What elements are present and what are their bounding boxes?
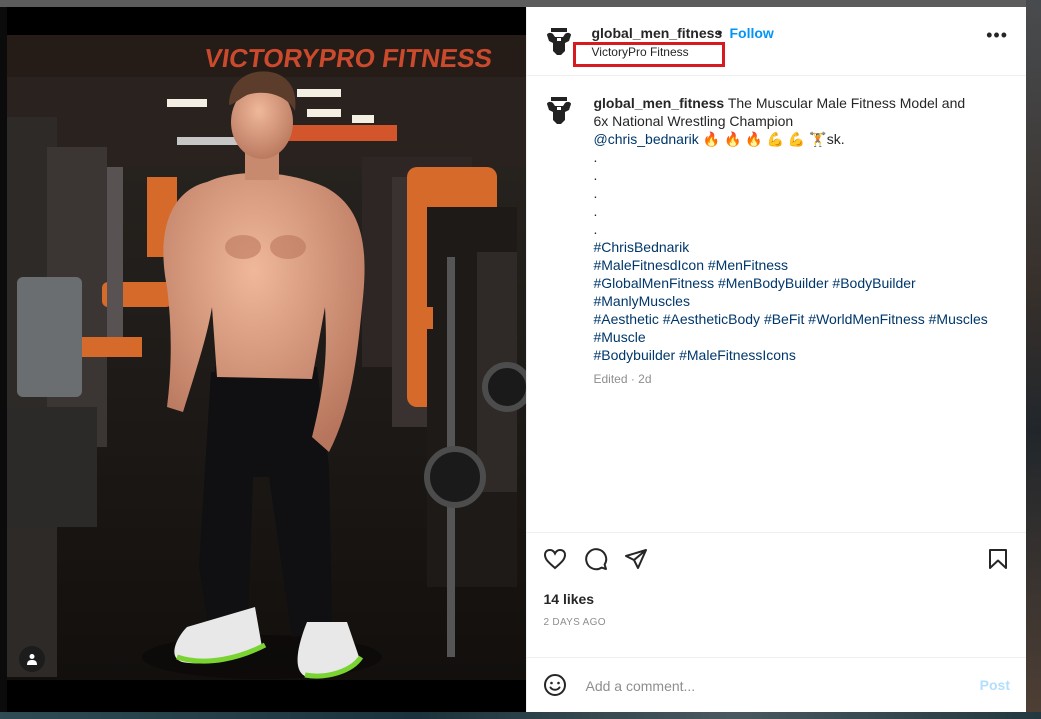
brand-logo-icon <box>547 97 572 124</box>
hashtag-link[interactable]: #ManlyMuscles <box>593 293 689 309</box>
caption-line: @chris_bednarik 🔥 🔥 🔥 💪 💪 🏋️sk. <box>593 130 993 148</box>
caption-suffix: sk. <box>826 131 845 147</box>
post-sidebar: global_men_fitness • Follow VictoryPro F… <box>526 7 1026 712</box>
avatar[interactable] <box>543 25 576 57</box>
caption-avatar[interactable] <box>543 94 576 126</box>
hashtag-link[interactable]: #MenBodyBuilder <box>718 275 829 291</box>
hashtag-link[interactable]: #MaleFitnessIcons <box>679 347 796 363</box>
like-button[interactable] <box>543 547 567 576</box>
gym-photo: VICTORYPRO FITNESS <box>7 7 527 712</box>
hashtag-link[interactable]: #Muscle <box>593 329 645 345</box>
user-tag-button[interactable] <box>19 646 45 672</box>
comment-icon <box>585 548 608 571</box>
edited-timestamp: Edited · 2d <box>593 372 652 386</box>
header-username[interactable]: global_men_fitness <box>591 25 722 41</box>
send-icon <box>625 549 648 569</box>
caption-dot: . <box>593 203 598 219</box>
mention-link[interactable]: @chris_bednarik <box>593 131 698 147</box>
caption-dot: . <box>593 149 598 165</box>
caption-line: global_men_fitness The Muscular Male Fit… <box>593 94 993 112</box>
brand-logo-icon <box>547 28 572 55</box>
post-meta: 14 likes 2 DAYS AGO <box>527 585 1026 658</box>
comment-button[interactable] <box>584 547 608 576</box>
post-header: global_men_fitness • Follow VictoryPro F… <box>527 7 1026 76</box>
highlight-box <box>573 42 726 67</box>
hashtag-link[interactable]: #AestheticBody <box>663 311 760 327</box>
caption-text: global_men_fitness The Muscular Male Fit… <box>593 94 993 388</box>
more-horizontal-icon: ••• <box>986 25 1008 45</box>
action-bar <box>527 533 1026 585</box>
hashtag-link[interactable]: #ChrisBednarik <box>593 239 689 255</box>
caption-line-1: The Muscular Male Fitness Model and <box>727 95 966 111</box>
hashtag-link[interactable]: #BodyBuilder <box>832 275 915 291</box>
caption-area: global_men_fitness The Muscular Male Fit… <box>527 76 1026 533</box>
hashtag-link[interactable]: #MenFitness <box>708 257 788 273</box>
post-comment-button[interactable]: Post <box>980 677 1010 693</box>
caption-emojis: 🔥 🔥 🔥 💪 💪 🏋️ <box>702 131 827 147</box>
caption-username[interactable]: global_men_fitness <box>593 95 724 111</box>
comment-box: Post <box>527 658 1026 712</box>
smiley-icon <box>544 674 567 696</box>
hashtag-link[interactable]: #Aesthetic <box>593 311 658 327</box>
caption-dot: . <box>593 167 598 183</box>
save-button[interactable] <box>986 547 1010 576</box>
caption-dot: . <box>593 221 598 237</box>
more-options-button[interactable]: ••• <box>986 26 1008 44</box>
likes-count[interactable]: 14 likes <box>543 591 594 607</box>
header-separator: • <box>717 24 723 40</box>
comment-input[interactable] <box>583 670 968 702</box>
emoji-button[interactable] <box>543 673 567 702</box>
follow-button[interactable]: Follow <box>729 25 773 41</box>
bookmark-icon <box>989 549 1007 569</box>
hashtag-link[interactable]: #GlobalMenFitness <box>593 275 714 291</box>
gym-sign-text: VICTORYPRO FITNESS <box>203 43 494 73</box>
caption-dot: . <box>593 185 598 201</box>
hashtag-link[interactable]: #Bodybuilder <box>593 347 675 363</box>
post-modal: VICTORYPRO FITNESS global_men_fitness • … <box>7 7 1026 712</box>
hashtag-link[interactable]: #Muscles <box>929 311 988 327</box>
share-button[interactable] <box>624 547 648 576</box>
hashtag-link[interactable]: #MaleFitnesdIcon <box>593 257 704 273</box>
caption-line-2: 6x National Wrestling Champion <box>593 113 794 129</box>
user-tag-icon <box>27 654 37 665</box>
post-timestamp[interactable]: 2 DAYS AGO <box>543 617 605 628</box>
hashtag-link[interactable]: #BeFit <box>764 311 804 327</box>
hashtag-link[interactable]: #WorldMenFitness <box>808 311 924 327</box>
post-image: VICTORYPRO FITNESS <box>7 7 527 712</box>
heart-icon <box>544 548 567 570</box>
